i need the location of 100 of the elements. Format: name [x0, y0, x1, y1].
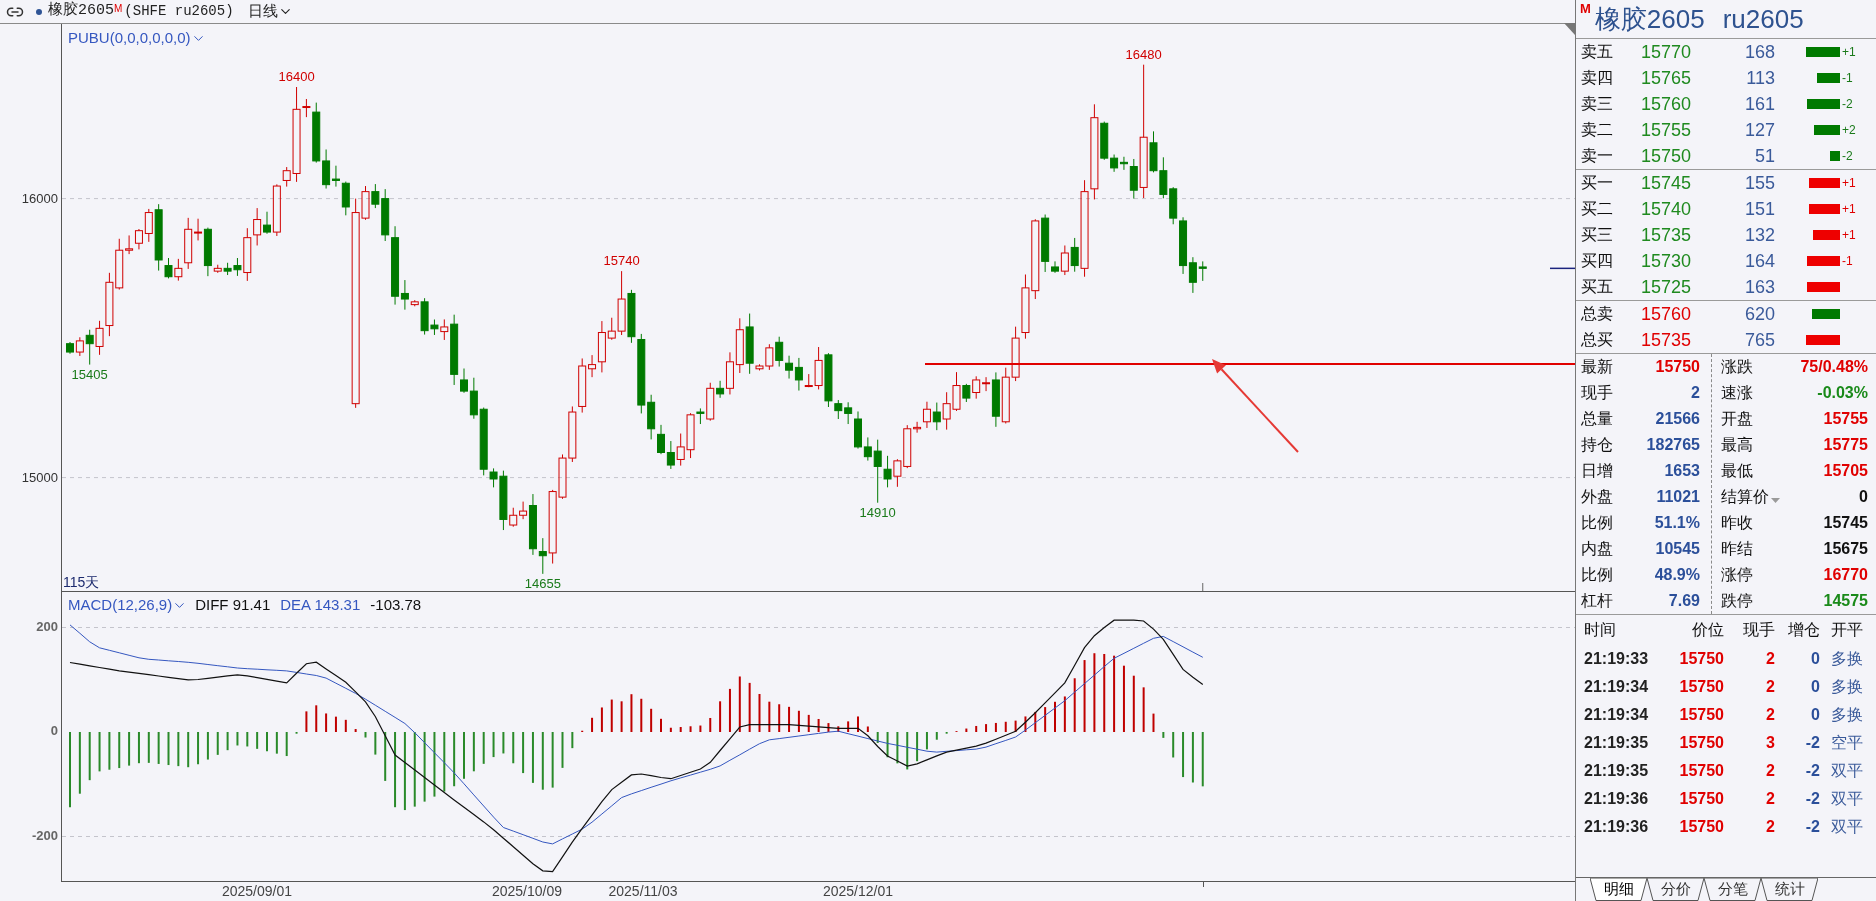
trade-price: 15750 — [1678, 677, 1724, 697]
trade-time: 21:19:35 — [1583, 733, 1650, 753]
panel-tab[interactable]: 分笔 — [1704, 878, 1761, 901]
order-volume: 163 — [1743, 275, 1775, 299]
trade-type: 双平 — [1830, 817, 1863, 837]
open-interest-change: -2 — [1804, 789, 1820, 809]
price-high-label: 16400 — [278, 69, 315, 85]
volume-bar — [1813, 230, 1840, 240]
stat-label: 速涨 — [1721, 383, 1753, 403]
trade-time: 21:19:36 — [1583, 789, 1650, 809]
trade-price: 15750 — [1678, 733, 1724, 753]
volume-change: +1 — [1841, 175, 1856, 192]
order-volume: 620 — [1743, 302, 1775, 326]
price-high-label: 16480 — [1125, 46, 1162, 63]
order-price: 15740 — [1641, 197, 1693, 221]
stat-label: 现手 — [1581, 383, 1613, 403]
trade-time: 21:19:34 — [1583, 677, 1650, 697]
order-level-label: 买三 — [1581, 225, 1614, 245]
stat-value: 48.9% — [1654, 565, 1700, 585]
stat-value: 7.69 — [1668, 591, 1700, 611]
stat-label: 最低 — [1721, 461, 1753, 481]
volume-change: -2 — [1841, 148, 1853, 165]
quote-code: ru2605 — [1722, 3, 1804, 35]
volume-bar — [1808, 178, 1840, 188]
macd-axis-label: 200 — [36, 618, 58, 635]
date-axis-label: 2025/10/09 — [491, 883, 563, 900]
order-level-label: 卖二 — [1581, 120, 1614, 140]
order-level-label: 卖三 — [1581, 94, 1614, 114]
exchange-code: (SHFE ru2605) — [124, 2, 234, 21]
panel-tab[interactable]: 明细 — [1590, 878, 1647, 901]
order-volume: 113 — [1745, 66, 1775, 90]
stat-label: 外盘 — [1581, 487, 1613, 507]
volume-change: -1 — [1841, 70, 1853, 87]
volume-change: +1 — [1841, 201, 1856, 218]
volume-bar — [1807, 99, 1840, 109]
price-low-label: 14655 — [524, 575, 561, 592]
trade-type: 多换 — [1830, 705, 1863, 725]
order-price: 15750 — [1641, 144, 1693, 168]
stat-value: 15675 — [1823, 539, 1868, 559]
volume-bar — [1812, 309, 1840, 319]
stat-value: 2 — [1691, 383, 1700, 403]
order-level-label: 卖五 — [1581, 42, 1614, 62]
open-interest-change: -2 — [1804, 761, 1820, 781]
open-interest-change: 0 — [1810, 677, 1820, 697]
order-price: 15765 — [1641, 66, 1693, 90]
column-header: 开平 — [1830, 620, 1863, 640]
volume-bar — [1814, 125, 1840, 135]
last-price-marker — [1549, 267, 1575, 270]
stat-value: 10545 — [1655, 539, 1700, 559]
volume-change: +1 — [1841, 227, 1856, 244]
stat-label: 总量 — [1581, 409, 1613, 429]
trade-time: 21:19:33 — [1583, 649, 1650, 669]
panel-tab[interactable]: 分价 — [1647, 878, 1704, 901]
order-volume: 168 — [1743, 40, 1775, 64]
volume-bar — [1806, 256, 1840, 266]
price-low-label: 14910 — [859, 504, 896, 521]
column-header: 时间 — [1583, 620, 1617, 640]
order-price: 15735 — [1641, 223, 1693, 247]
order-level-label: 买四 — [1581, 251, 1614, 271]
macd-reading: DIFF 91.41 — [195, 596, 271, 614]
indicator-dropdown[interactable]: PUBU(0,0,0,0,0,0) — [68, 27, 206, 50]
panel-tab[interactable]: 统计 — [1761, 878, 1818, 901]
volume-bar — [1806, 47, 1840, 57]
stat-label: 结算价 — [1721, 487, 1769, 507]
order-level-label: 买二 — [1581, 199, 1614, 219]
trade-price: 15750 — [1678, 705, 1724, 725]
column-header: 现手 — [1742, 620, 1775, 640]
volume-bar — [1829, 151, 1840, 161]
stat-label: 杠杆 — [1581, 591, 1613, 611]
stat-label: 最新 — [1581, 357, 1613, 377]
market-mark: M — [114, 2, 123, 16]
stat-label: 内盘 — [1581, 539, 1613, 559]
order-price: 15725 — [1641, 275, 1693, 299]
stat-label: 开盘 — [1721, 409, 1753, 429]
order-level-label: 买一 — [1581, 173, 1614, 193]
stat-value: 15745 — [1823, 513, 1868, 533]
stat-label: 涨跌 — [1721, 357, 1753, 377]
price-low-label: 15405 — [71, 366, 108, 383]
caret-down-icon[interactable] — [1771, 497, 1780, 503]
bar-count-label: 115天 — [63, 574, 100, 590]
order-level-label: 总卖 — [1581, 304, 1614, 324]
stat-label: 跌停 — [1721, 591, 1753, 611]
stat-value: 75/0.48% — [1800, 357, 1868, 377]
volume-change: -2 — [1841, 96, 1853, 113]
column-header: 价位 — [1691, 620, 1724, 640]
volume-bar — [1817, 73, 1840, 83]
stat-label: 最高 — [1721, 435, 1753, 455]
volume-change: +2 — [1841, 122, 1856, 139]
corner-triangle-icon[interactable] — [1564, 23, 1575, 35]
order-volume: 161 — [1743, 92, 1775, 116]
column-header: 增仓 — [1787, 620, 1820, 640]
period-dropdown[interactable]: 日线 — [247, 0, 293, 23]
indicator-dropdown[interactable]: MACD(12,26,9) — [68, 596, 188, 614]
order-price: 15730 — [1641, 249, 1693, 273]
stat-value: 1653 — [1664, 461, 1700, 481]
trade-price: 15750 — [1678, 817, 1724, 837]
order-volume: 127 — [1743, 118, 1775, 142]
trade-volume: 2 — [1765, 761, 1775, 781]
stat-value: 16770 — [1823, 565, 1868, 585]
stat-value: 15755 — [1823, 409, 1868, 429]
